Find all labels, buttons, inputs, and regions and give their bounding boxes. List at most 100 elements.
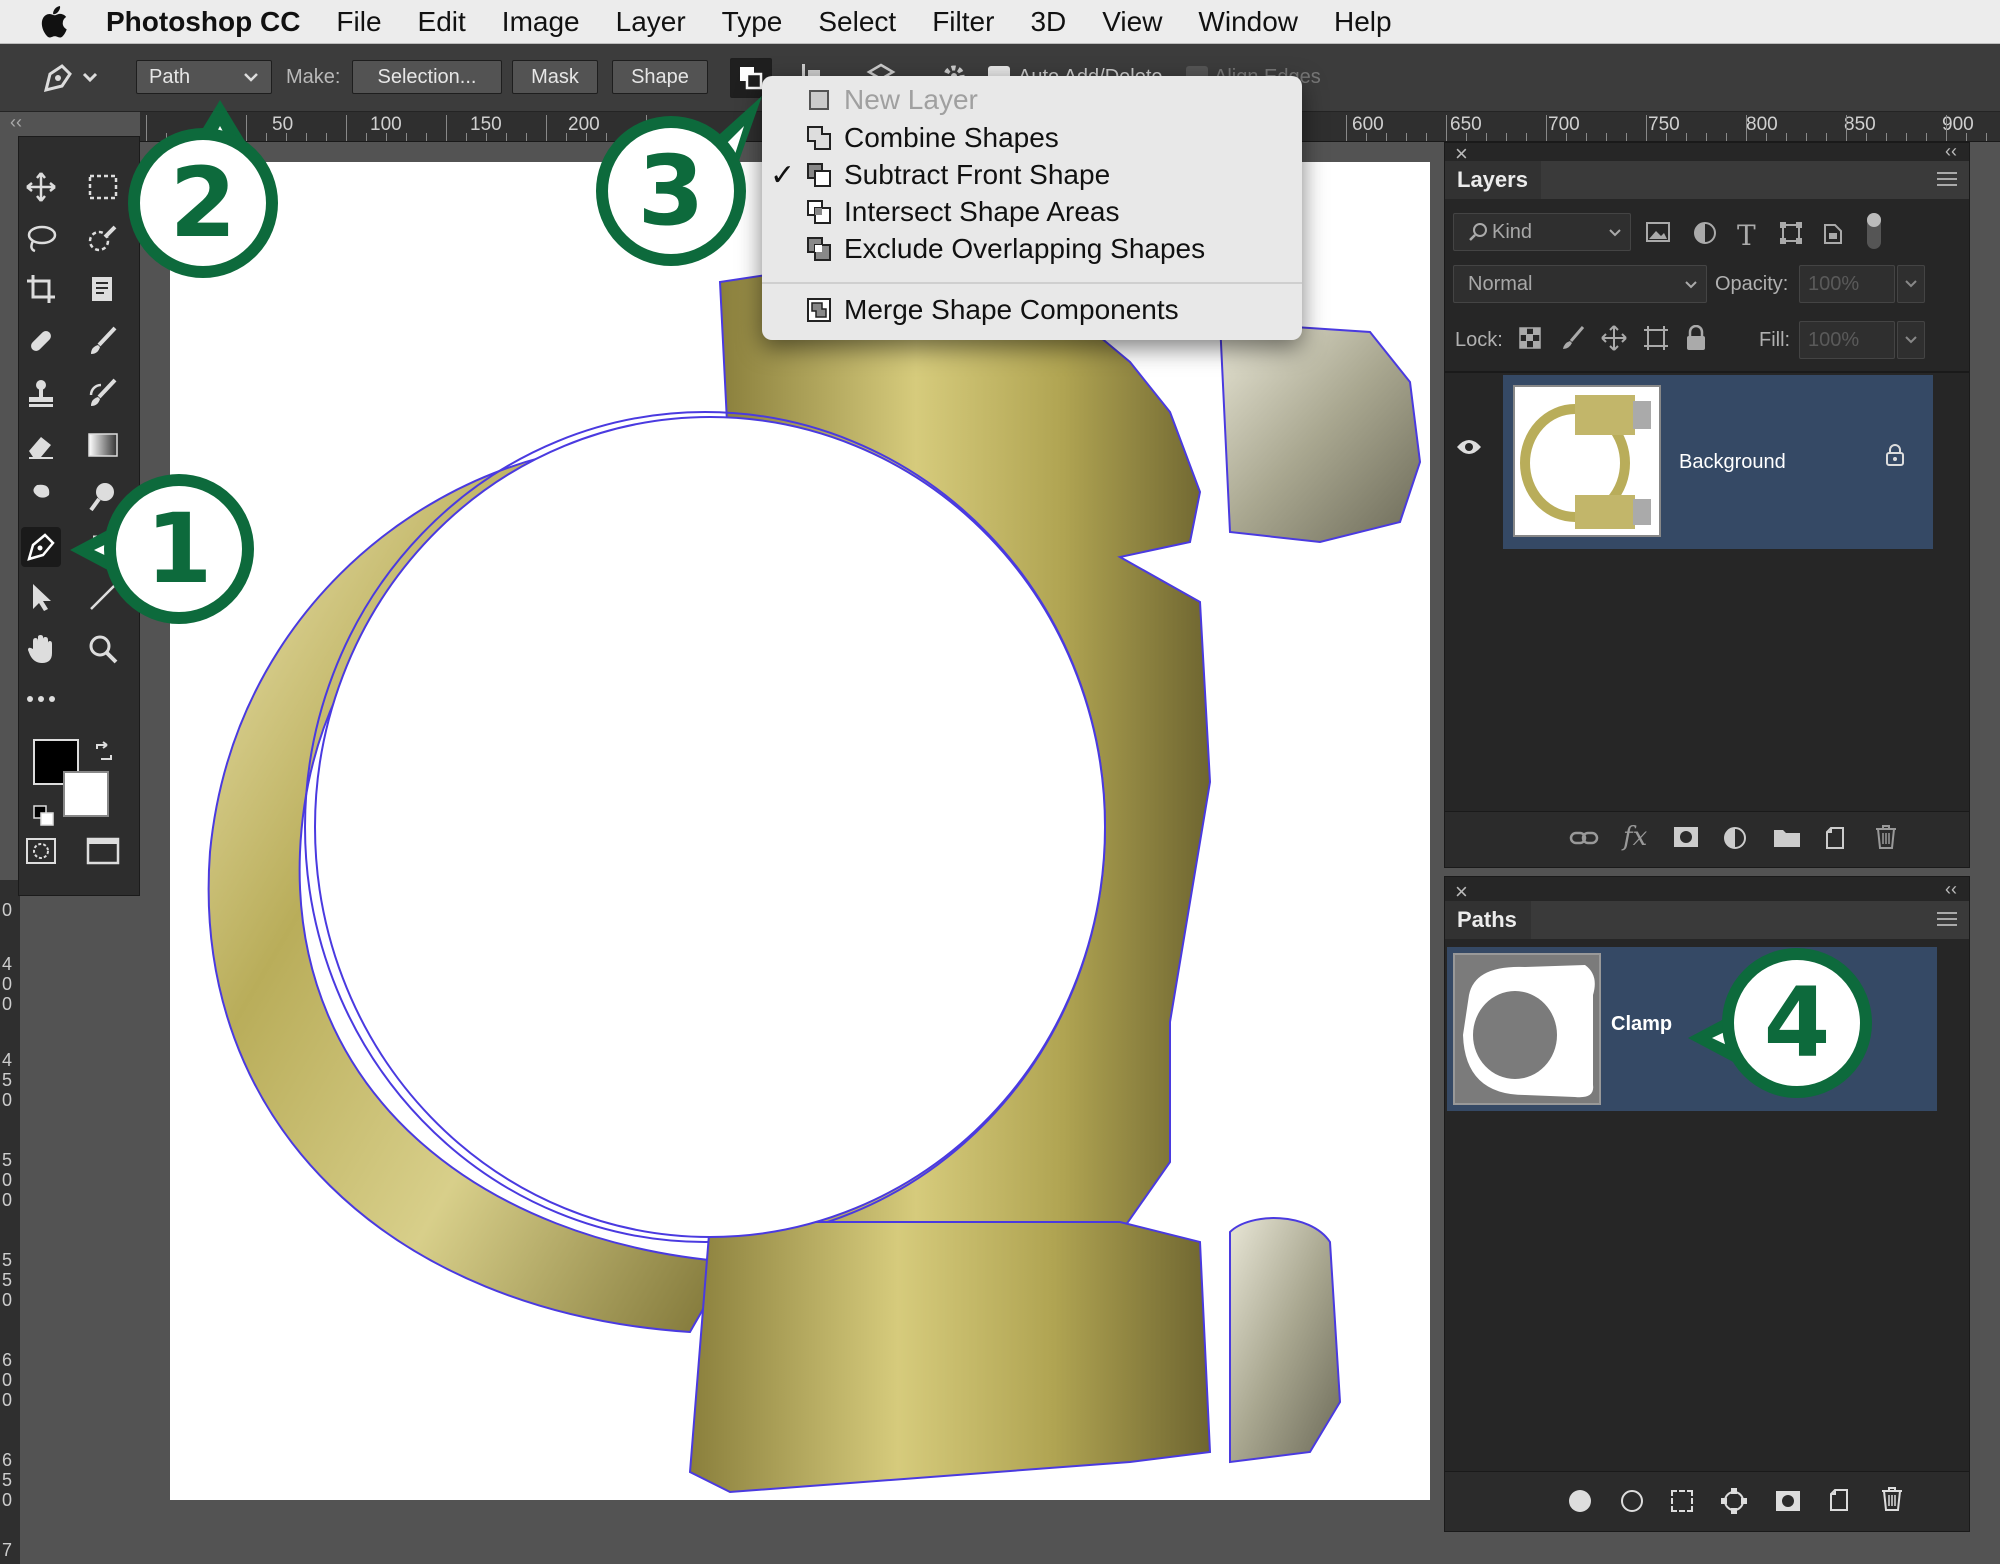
callout-3: 3: [596, 116, 746, 266]
fill-dropdown-button[interactable]: [1897, 321, 1925, 359]
marquee-tool-icon[interactable]: [83, 167, 123, 207]
pixel-layer-filter-icon[interactable]: [1645, 221, 1671, 248]
load-path-as-selection-icon[interactable]: [1671, 1490, 1693, 1512]
background-color-swatch[interactable]: [63, 771, 109, 817]
more-tools-icon[interactable]: [21, 679, 61, 719]
menu-3d[interactable]: 3D: [1030, 6, 1066, 38]
screen-mode-icon[interactable]: [83, 831, 123, 871]
link-layers-icon[interactable]: [1569, 828, 1599, 853]
fill-input[interactable]: 100%: [1799, 321, 1895, 359]
gradient-tool-icon[interactable]: [83, 425, 123, 465]
adjustment-layer-filter-icon[interactable]: [1693, 221, 1717, 250]
filter-toggle-switch[interactable]: [1867, 213, 1881, 249]
clone-stamp-tool-icon[interactable]: [21, 373, 61, 413]
make-work-path-icon[interactable]: [1719, 1486, 1749, 1521]
menu-edit[interactable]: Edit: [418, 6, 466, 38]
ruler-mark: [1506, 133, 1507, 141]
panel-menu-icon[interactable]: [1937, 911, 1957, 932]
menu-window[interactable]: Window: [1198, 6, 1298, 38]
new-adjustment-layer-icon[interactable]: [1723, 826, 1747, 855]
eye-icon[interactable]: [1455, 437, 1483, 462]
document-canvas[interactable]: [170, 162, 1430, 1500]
menu-combine-shapes[interactable]: Combine Shapes: [807, 120, 1059, 156]
lock-image-pixels-icon[interactable]: [1561, 325, 1585, 356]
blend-mode-select[interactable]: Normal: [1453, 265, 1707, 303]
menu-image[interactable]: Image: [502, 6, 580, 38]
make-selection-button[interactable]: Selection...: [352, 60, 502, 94]
type-layer-filter-icon[interactable]: T: [1737, 219, 1756, 252]
make-shape-button[interactable]: Shape: [612, 60, 708, 94]
add-mask-icon[interactable]: [1775, 1490, 1801, 1517]
tab-paths[interactable]: Paths: [1445, 901, 1531, 939]
quick-selection-tool-icon[interactable]: [83, 219, 123, 259]
make-mask-button[interactable]: Mask: [512, 60, 598, 94]
opacity-input[interactable]: 100%: [1799, 265, 1895, 303]
zoom-tool-icon[interactable]: [83, 629, 123, 669]
lasso-tool-icon[interactable]: [21, 219, 61, 259]
smart-object-filter-icon[interactable]: [1821, 221, 1845, 250]
lock-artboard-icon[interactable]: [1643, 325, 1669, 356]
stroke-path-icon[interactable]: [1621, 1490, 1643, 1512]
collapse-panel-icon[interactable]: ‹‹: [1945, 141, 1957, 162]
menu-select[interactable]: Select: [818, 6, 896, 38]
pen-tool-icon[interactable]: [21, 527, 61, 567]
trash-icon[interactable]: [1881, 1486, 1903, 1517]
blur-tool-icon[interactable]: [21, 477, 61, 517]
eraser-tool-icon[interactable]: [21, 425, 61, 465]
swap-colors-icon[interactable]: [93, 741, 115, 768]
fill-path-icon[interactable]: [1569, 1490, 1591, 1512]
layer-filter-kind-select[interactable]: Kind: [1453, 213, 1631, 251]
pen-tool-preset-icon[interactable]: [40, 60, 100, 102]
lock-position-icon[interactable]: [1601, 325, 1627, 356]
eyedropper-tool-icon[interactable]: [83, 269, 123, 309]
new-path-icon[interactable]: [1829, 1488, 1851, 1517]
ruler-mark: [1886, 133, 1887, 141]
opacity-dropdown-button[interactable]: [1897, 265, 1925, 303]
menu-help[interactable]: Help: [1334, 6, 1392, 38]
ruler-mark: [486, 133, 487, 141]
menu-file[interactable]: File: [336, 6, 381, 38]
brush-tool-icon[interactable]: [83, 321, 123, 361]
shape-layer-filter-icon[interactable]: [1779, 221, 1803, 250]
layer-row-background[interactable]: Background: [1445, 373, 1969, 551]
history-brush-tool-icon[interactable]: [83, 373, 123, 413]
menu-merge-shape-components[interactable]: Merge Shape Components: [807, 292, 1179, 328]
crop-tool-icon[interactable]: [21, 269, 61, 309]
menu-filter[interactable]: Filter: [932, 6, 994, 38]
menu-intersect-shape-areas[interactable]: Intersect Shape Areas: [807, 194, 1120, 230]
default-colors-icon[interactable]: [33, 805, 55, 832]
menu-layer[interactable]: Layer: [616, 6, 686, 38]
menu-view[interactable]: View: [1102, 6, 1162, 38]
trash-icon[interactable]: [1875, 824, 1897, 855]
add-mask-icon[interactable]: [1673, 826, 1699, 853]
app-name-menu[interactable]: Photoshop CC: [106, 6, 300, 38]
new-layer-icon[interactable]: [1825, 826, 1847, 855]
lock-transparent-pixels-icon[interactable]: [1519, 327, 1541, 354]
menu-type[interactable]: Type: [722, 6, 783, 38]
tab-layers[interactable]: Layers: [1445, 161, 1541, 199]
hand-tool-icon[interactable]: [21, 629, 61, 669]
opacity-label: Opacity:: [1715, 273, 1789, 295]
lock-all-icon[interactable]: [1685, 324, 1707, 356]
vruler-digit: 0: [2, 994, 13, 1014]
layer-style-fx-icon[interactable]: fx: [1623, 822, 1647, 852]
move-tool-icon[interactable]: [21, 167, 61, 207]
ruler-tick: 850: [1844, 114, 1876, 135]
ruler-mark: [1786, 133, 1787, 141]
panel-menu-icon[interactable]: [1937, 171, 1957, 192]
apple-icon[interactable]: [0, 5, 106, 38]
quick-mask-icon[interactable]: [21, 831, 61, 871]
ruler-mark: [406, 133, 407, 141]
intersect-shape-areas-icon: [807, 200, 831, 224]
ruler-mark: [1686, 133, 1687, 141]
menu-exclude-overlapping-shapes[interactable]: Exclude Overlapping Shapes: [807, 231, 1205, 267]
healing-brush-tool-icon[interactable]: [21, 321, 61, 361]
path-mode-select[interactable]: Path: [136, 60, 272, 94]
ruler-mark: [1386, 133, 1387, 141]
ruler-mark: [1866, 133, 1867, 141]
new-group-folder-icon[interactable]: [1773, 826, 1801, 853]
collapse-toolbar-icon[interactable]: ‹‹: [10, 112, 22, 133]
collapse-panel-icon[interactable]: ‹‹: [1945, 879, 1957, 900]
path-selection-tool-icon[interactable]: [21, 577, 61, 617]
menu-subtract-front-shape[interactable]: ✓ Subtract Front Shape: [770, 157, 1110, 193]
